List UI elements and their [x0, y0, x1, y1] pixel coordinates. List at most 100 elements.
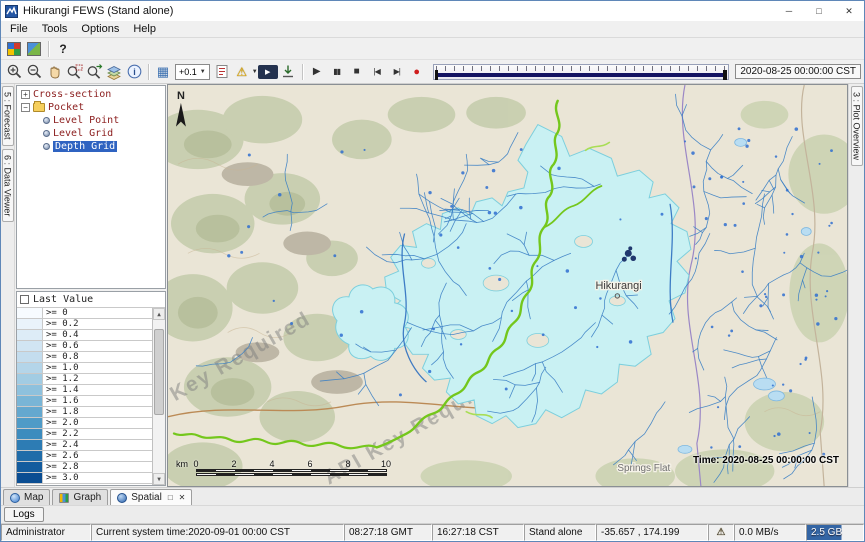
sidebar-tab-data-viewer[interactable]: 6 : Data Viewer — [2, 149, 14, 222]
legend-color-swatch — [17, 473, 43, 483]
step-back-button[interactable]: |◀ — [367, 62, 387, 82]
tab-spatial[interactable]: Spatial □ ✕ — [110, 489, 192, 505]
scale-tick: 6 — [307, 459, 312, 469]
tree-item-label: Level Grid — [53, 128, 113, 139]
legend-row: >= 2.4 — [17, 440, 152, 451]
current-time-display: 2020-08-25 00:00:00 CST — [735, 64, 861, 79]
legend-row-label: >= 1.0 — [43, 363, 152, 373]
profile-button[interactable] — [212, 62, 232, 82]
legend-color-swatch — [17, 308, 43, 318]
sidebar-tab-plot-overview[interactable]: 3 : Plot Overview — [851, 86, 863, 166]
zoom-in-button[interactable] — [4, 62, 24, 82]
forecast-tree: + Cross-section − Pocket Level Point Lev… — [16, 85, 166, 289]
scrollbar-thumb[interactable] — [154, 329, 164, 415]
open-display-button[interactable]: ▶ — [258, 62, 278, 82]
title-bar: Hikurangi FEWS (Stand alone) ─ □ ✕ — [1, 1, 864, 21]
tree-item-depth-grid[interactable]: Depth Grid — [17, 140, 165, 153]
thresholds-warning-button[interactable]: ⚠ — [232, 62, 252, 82]
legend-row-label: >= 0.8 — [43, 352, 152, 362]
record-button[interactable]: ● — [407, 62, 427, 82]
legend-row-label: >= 2.2 — [43, 429, 152, 439]
legend-row-label: >= 0.2 — [43, 319, 152, 329]
right-dock-strip: 3 : Plot Overview — [848, 84, 864, 487]
legend-color-swatch — [17, 418, 43, 428]
node-bullet-icon — [43, 117, 50, 124]
collapse-icon[interactable]: − — [21, 103, 30, 112]
area-label: Springs Flat — [617, 463, 670, 474]
menu-tools[interactable]: Tools — [35, 23, 75, 35]
timeline-bar — [436, 73, 727, 77]
export-button[interactable] — [278, 62, 298, 82]
step-forward-button[interactable]: ▶| — [387, 62, 407, 82]
legend-row: >= 0.8 — [17, 352, 152, 363]
close-button[interactable]: ✕ — [834, 1, 864, 21]
minimize-button[interactable]: ─ — [774, 1, 804, 21]
scale-tick: 8 — [345, 459, 350, 469]
legend-row: >= 2.6 — [17, 451, 152, 462]
svg-text:i: i — [133, 67, 136, 77]
stop-button[interactable]: ■ — [347, 62, 367, 82]
view-tab-bar: Map Graph Spatial □ ✕ — [1, 487, 864, 505]
info-button[interactable]: i — [124, 62, 144, 82]
tree-item-level-grid[interactable]: Level Grid — [17, 127, 165, 140]
tab-map[interactable]: Map — [3, 489, 50, 505]
status-bar: Administrator Current system time:2020-0… — [1, 523, 864, 541]
sidebar-tab-forecast[interactable]: 5 : Forecast — [2, 86, 14, 146]
legend-row: >= 1.6 — [17, 396, 152, 407]
tree-item-cross-section[interactable]: + Cross-section — [17, 88, 165, 101]
map-display-button[interactable] — [24, 39, 44, 59]
main-toolbar: ? — [1, 38, 864, 60]
legend-row: >= 2.2 — [17, 429, 152, 440]
chevron-down-icon: ▼ — [200, 69, 206, 75]
legend-color-swatch — [17, 407, 43, 417]
tree-item-label: Pocket — [48, 102, 84, 113]
grid-display-button[interactable]: ▦ — [153, 62, 173, 82]
zoom-previous-button[interactable] — [84, 62, 104, 82]
tree-item-pocket[interactable]: − Pocket — [17, 101, 165, 114]
folder-icon — [33, 103, 45, 112]
explorer-button[interactable] — [4, 39, 24, 59]
tree-item-level-point[interactable]: Level Point — [17, 114, 165, 127]
scale-tick: 2 — [231, 459, 236, 469]
scale-tick: 10 — [381, 459, 391, 469]
legend-row: >= 0.4 — [17, 330, 152, 341]
menu-options[interactable]: Options — [74, 23, 126, 35]
play-button[interactable]: ▶ — [307, 62, 327, 82]
tab-graph[interactable]: Graph — [52, 489, 108, 505]
maximize-button[interactable]: □ — [804, 1, 834, 21]
left-panel: + Cross-section − Pocket Level Point Lev… — [15, 84, 167, 487]
legend-row: >= 0 — [17, 308, 152, 319]
legend-list: >= 0>= 0.2>= 0.4>= 0.6>= 0.8>= 1.0>= 1.2… — [17, 308, 152, 485]
legend-scrollbar[interactable]: ▲ ▼ — [152, 308, 165, 485]
map-viewport[interactable]: API Key Required API Key Required — [167, 84, 848, 487]
explorer-icon — [7, 42, 21, 56]
menu-help[interactable]: Help — [126, 23, 163, 35]
expand-icon[interactable]: + — [21, 90, 30, 99]
status-system-time: Current system time:2020-09-01 00:00 CST — [91, 524, 344, 541]
layers-button[interactable] — [104, 62, 124, 82]
legend-row-label: >= 2.0 — [43, 418, 152, 428]
help-button[interactable]: ? — [53, 39, 73, 59]
tree-item-label-selected: Depth Grid — [53, 141, 117, 152]
timeline-slider[interactable] — [433, 64, 730, 80]
threshold-combo[interactable]: +0.1 ▼ — [175, 64, 210, 80]
toolbar-separator — [148, 64, 149, 80]
status-coordinates: -35.657 , 174.199 — [596, 524, 708, 541]
legend-color-swatch — [17, 429, 43, 439]
close-panel-button[interactable]: ✕ — [179, 493, 186, 502]
legend-row: >= 0.2 — [17, 319, 152, 330]
toolbar-separator — [48, 41, 49, 57]
logs-button[interactable]: Logs — [4, 507, 44, 522]
last-value-checkbox[interactable] — [20, 295, 29, 304]
pan-button[interactable] — [44, 62, 64, 82]
scroll-up-icon[interactable]: ▲ — [153, 308, 165, 320]
scroll-down-icon[interactable]: ▼ — [153, 473, 165, 485]
legend-row-label: >= 1.8 — [43, 407, 152, 417]
zoom-out-button[interactable] — [24, 62, 44, 82]
zoom-box-button[interactable] — [64, 62, 84, 82]
restore-panel-button[interactable]: □ — [168, 493, 173, 502]
app-window: Hikurangi FEWS (Stand alone) ─ □ ✕ File … — [0, 0, 865, 542]
pause-button[interactable]: ▮▮ — [327, 62, 347, 82]
scrollbar-track[interactable] — [153, 320, 165, 473]
menu-file[interactable]: File — [3, 23, 35, 35]
